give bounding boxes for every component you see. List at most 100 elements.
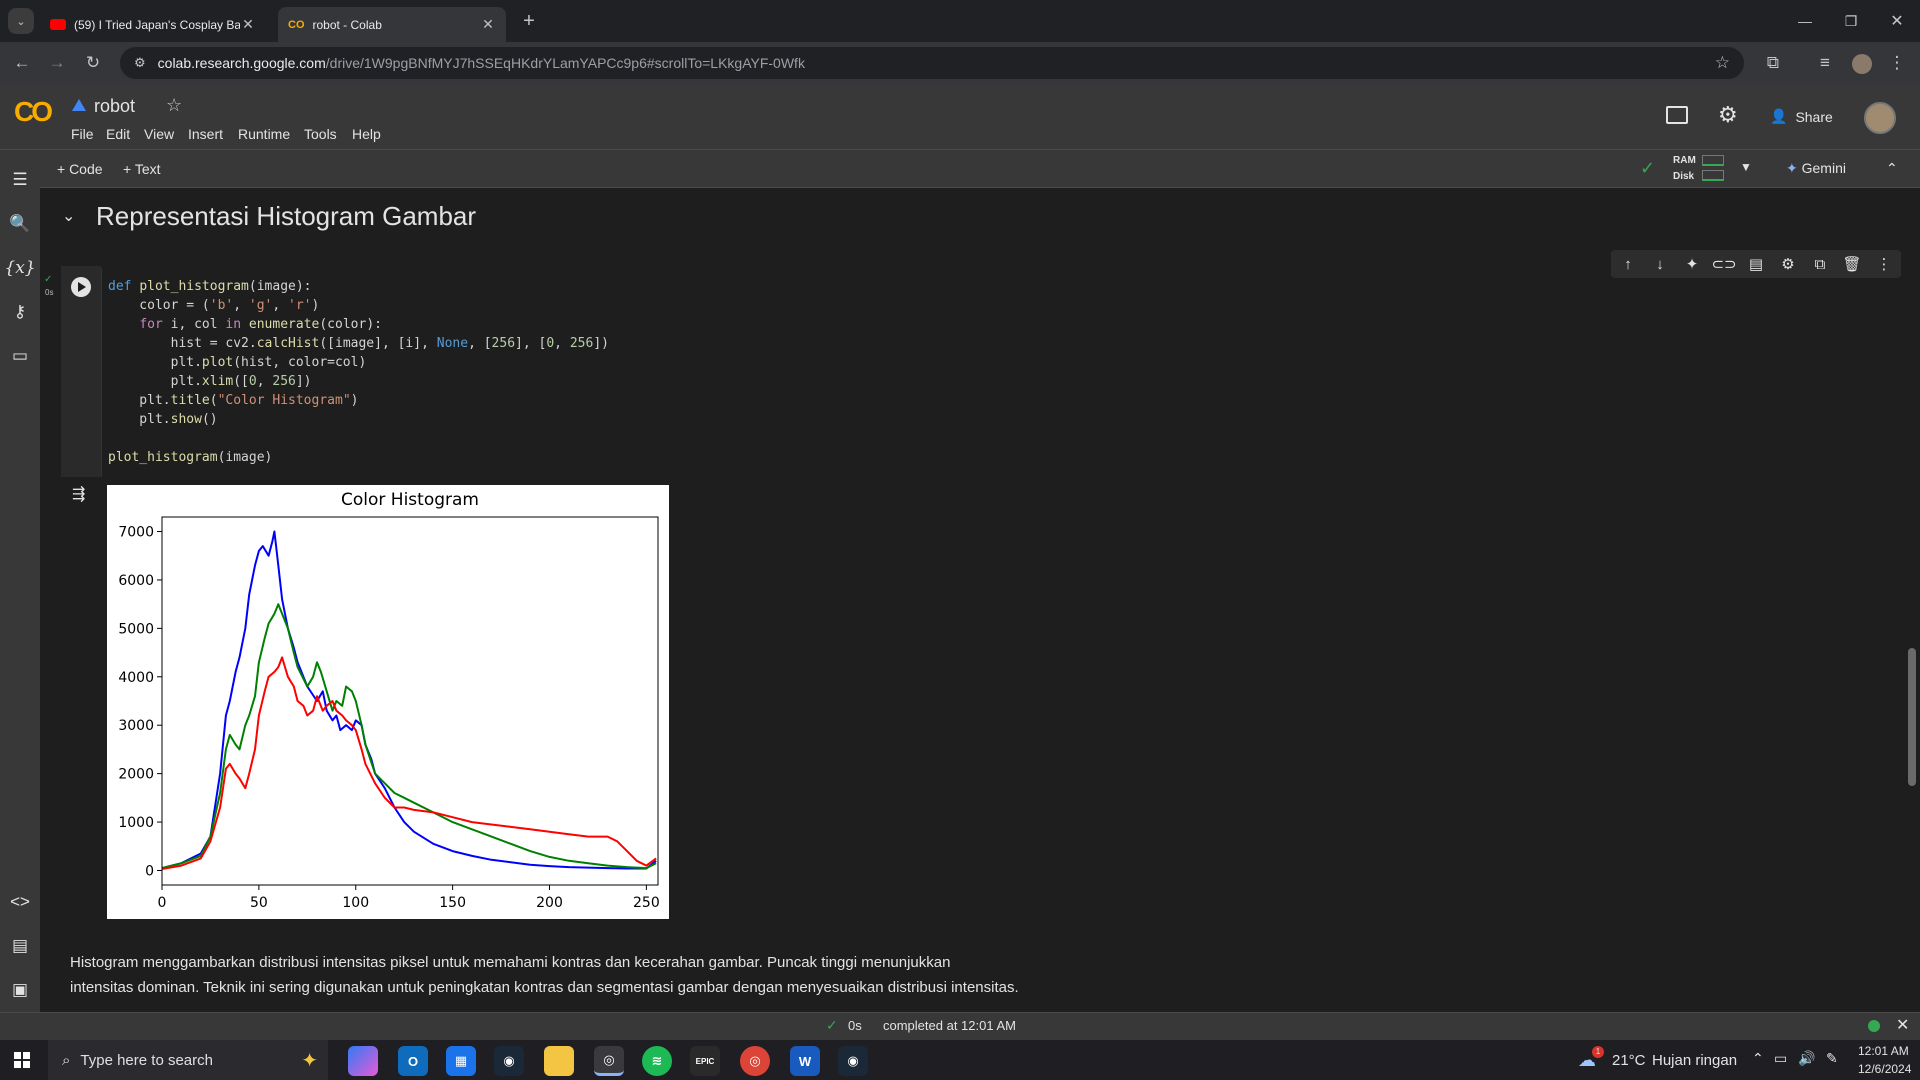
file-explorer-icon[interactable]: [544, 1046, 574, 1076]
reload-icon[interactable]: ↻: [80, 50, 106, 76]
extensions-icon[interactable]: ⧉: [1760, 50, 1786, 76]
system-tray-chevron-icon[interactable]: ⌃: [1752, 1050, 1764, 1067]
secrets-key-icon[interactable]: ⚷: [6, 298, 34, 326]
profile-avatar[interactable]: [1852, 54, 1872, 74]
spotify-icon[interactable]: ≋: [642, 1046, 672, 1076]
add-code-button[interactable]: + Code: [57, 161, 103, 177]
x-tick-label: 100: [342, 895, 369, 911]
code-snippets-icon[interactable]: <>: [6, 888, 34, 916]
epic-games-icon[interactable]: EPIC: [690, 1046, 720, 1076]
table-of-contents-icon[interactable]: ☰: [6, 166, 34, 194]
back-arrow-icon[interactable]: ←: [9, 50, 35, 76]
pen-icon[interactable]: ✎: [1826, 1050, 1838, 1067]
collapse-header-icon[interactable]: ⌃: [1886, 160, 1898, 177]
collapse-section-icon[interactable]: ⌄: [62, 206, 75, 226]
windows-start-icon[interactable]: [14, 1052, 30, 1068]
status-message[interactable]: completed at 12:01 AM: [883, 1018, 1016, 1033]
close-window-button[interactable]: ✕: [1884, 8, 1910, 34]
bookmark-star-icon[interactable]: ☆: [1715, 53, 1730, 73]
comment-icon[interactable]: [1666, 106, 1688, 124]
tab-search-button[interactable]: ⌄: [8, 8, 34, 34]
terminal-icon[interactable]: ▣: [6, 976, 34, 1004]
close-icon[interactable]: ✕: [480, 16, 496, 33]
notebook-title[interactable]: robot: [94, 96, 135, 117]
outlook-icon[interactable]: O: [398, 1046, 428, 1076]
section-heading: Representasi Histogram Gambar: [96, 201, 477, 231]
weather-temp[interactable]: 21°C: [1612, 1052, 1646, 1069]
menu-edit[interactable]: Edit: [106, 126, 130, 142]
sparkle-icon: ✦: [1786, 160, 1798, 176]
gemini-sparkle-icon[interactable]: ✦: [1680, 253, 1704, 275]
more-vert-icon[interactable]: ⋮: [1872, 253, 1896, 275]
new-tab-button[interactable]: +: [516, 8, 542, 34]
cell-scrollbar-thumb[interactable]: [1908, 648, 1916, 786]
code-text[interactable]: def plot_histogram(image): color = ('b',…: [108, 277, 609, 467]
status-time: 0s: [848, 1018, 862, 1033]
link-icon[interactable]: ⊂⊃: [1711, 253, 1736, 275]
files-folder-icon[interactable]: ▭: [6, 342, 34, 370]
chrome-profile-icon[interactable]: ◎: [740, 1046, 770, 1076]
steam-icon[interactable]: ◉: [494, 1046, 524, 1076]
youtube-icon: [50, 19, 66, 30]
store-icon[interactable]: ▦: [446, 1046, 476, 1076]
site-info-icon[interactable]: ⚙: [134, 55, 146, 71]
code-line: plt.plot(hist, color=col): [108, 355, 367, 370]
media-controls-icon[interactable]: ≡: [1812, 50, 1838, 76]
close-icon[interactable]: ✕: [240, 16, 256, 33]
gemini-button[interactable]: ✦ Gemini: [1786, 160, 1846, 177]
move-up-icon[interactable]: ↑: [1616, 253, 1640, 275]
move-down-icon[interactable]: ↓: [1648, 253, 1672, 275]
menu-tools[interactable]: Tools: [304, 126, 337, 142]
resources-dropdown-icon[interactable]: ▼: [1740, 160, 1752, 174]
menu-file[interactable]: File: [71, 126, 94, 142]
forward-arrow-icon[interactable]: →: [44, 50, 70, 76]
volume-icon[interactable]: 🔊: [1798, 1050, 1815, 1067]
menu-insert[interactable]: Insert: [188, 126, 223, 142]
close-status-icon[interactable]: ✕: [1896, 1015, 1909, 1035]
mirror-cell-icon[interactable]: ⧉: [1808, 253, 1832, 275]
comment-icon[interactable]: ▤: [1744, 253, 1768, 275]
address-bar[interactable]: ⚙ colab.research.google.com /drive/1W9pg…: [120, 47, 1744, 79]
chrome-icon[interactable]: ◎: [594, 1046, 624, 1076]
settings-gear-icon[interactable]: ⚙: [1718, 102, 1738, 128]
run-cell-button[interactable]: [71, 277, 91, 297]
histogram-chart: Color Histogram 0 50 100 150 200 250 0 1000 2000 3…: [107, 485, 669, 919]
weather-text[interactable]: Hujan ringan: [1652, 1052, 1737, 1069]
gear-icon[interactable]: ⚙: [1776, 253, 1800, 275]
markdown-text-line-1: Histogram menggambarkan distribusi inten…: [70, 954, 951, 971]
variables-icon[interactable]: {x}: [4, 254, 35, 282]
code-line: plt.title("Color Histogram"): [108, 393, 359, 408]
minimize-button[interactable]: —: [1792, 8, 1818, 34]
markdown-text-line-2: intensitas dominan. Teknik ini sering di…: [70, 979, 1019, 996]
ram-label: RAM: [1673, 155, 1696, 166]
share-button[interactable]: 👤 Share: [1770, 108, 1833, 125]
search-placeholder: Type here to search: [80, 1051, 213, 1069]
add-text-button[interactable]: + Text: [123, 161, 161, 177]
chrome-menu-icon[interactable]: ⋮: [1884, 50, 1910, 76]
star-icon[interactable]: ☆: [166, 95, 182, 116]
delete-icon[interactable]: 🗑: [1840, 253, 1864, 275]
copilot-icon[interactable]: [348, 1046, 378, 1076]
browser-tab-youtube[interactable]: (59) I Tried Japan's Cosplay Bar ✕: [40, 7, 266, 42]
y-tick-label: 7000: [118, 525, 154, 541]
word-icon[interactable]: W: [790, 1046, 820, 1076]
steam-app-icon[interactable]: ◉: [838, 1046, 868, 1076]
menu-runtime[interactable]: Runtime: [238, 126, 290, 142]
clock-time[interactable]: 12:01 AM: [1858, 1044, 1909, 1058]
restore-button[interactable]: ❐: [1838, 8, 1864, 34]
taskbar-search[interactable]: ⌕ Type here to search ✦: [48, 1040, 328, 1080]
browser-tab-colab[interactable]: CO robot - Colab ✕: [278, 7, 506, 42]
clock-date[interactable]: 12/6/2024: [1858, 1062, 1911, 1076]
network-icon[interactable]: ▭: [1774, 1050, 1787, 1067]
plot-frame: [161, 516, 659, 886]
colab-favicon: CO: [288, 18, 305, 31]
people-icon: 👤: [1770, 108, 1788, 124]
search-icon: ⌕: [62, 1051, 71, 1069]
colab-logo[interactable]: CO: [14, 96, 53, 128]
menu-view[interactable]: View: [144, 126, 174, 142]
menu-help[interactable]: Help: [352, 126, 381, 142]
output-menu-icon[interactable]: ⇶: [72, 484, 85, 504]
user-avatar[interactable]: [1864, 102, 1896, 134]
search-icon[interactable]: 🔍: [6, 210, 34, 238]
command-palette-icon[interactable]: ▤: [6, 932, 34, 960]
